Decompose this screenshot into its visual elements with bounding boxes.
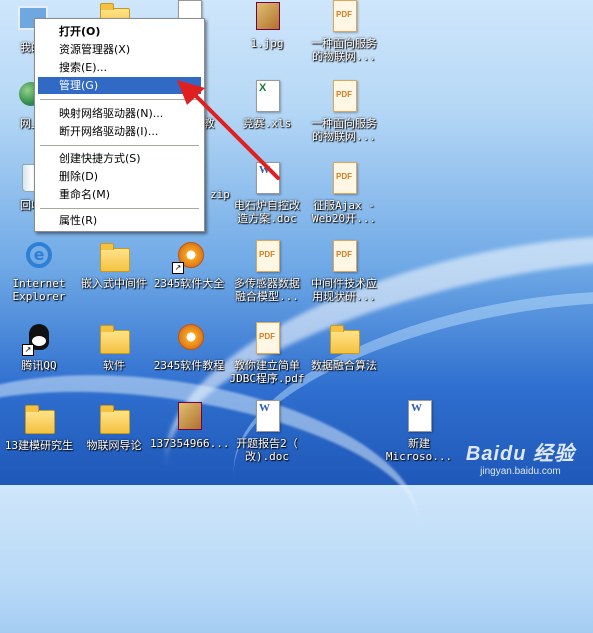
baidu-watermark: Baidu 经验 jingyan.baidu.com [465, 443, 575, 477]
annotation-arrow-icon [177, 80, 280, 180]
